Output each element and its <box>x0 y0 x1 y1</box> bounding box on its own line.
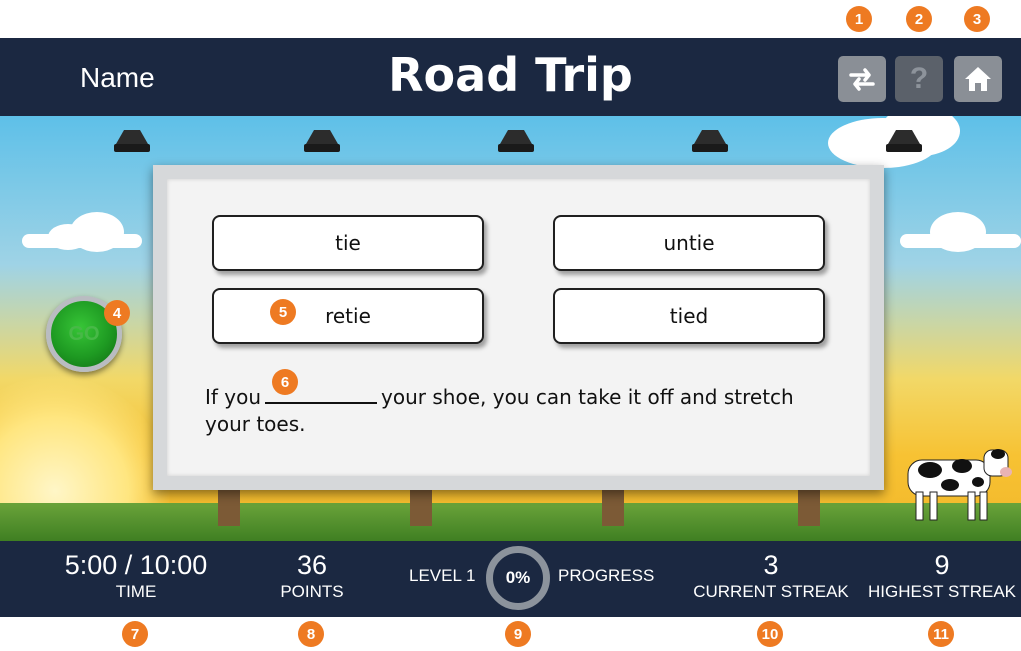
time-stat: 5:00 / 10:00 TIME <box>56 549 216 603</box>
callout-1: 1 <box>846 6 872 32</box>
progress-value: 0% <box>505 568 531 587</box>
progress-label: PROGRESS <box>558 566 655 585</box>
billboard-lamp <box>302 130 342 154</box>
current-streak-label: CURRENT STREAK <box>693 582 849 601</box>
callout-10: 10 <box>757 621 783 647</box>
highest-streak-value: 9 <box>934 550 950 580</box>
home-button[interactable] <box>954 56 1002 102</box>
billboard: tie untie retie tied If you your shoe, yo… <box>153 165 884 490</box>
callout-8: 8 <box>298 621 324 647</box>
progress-ring: 0% <box>486 546 550 610</box>
callout-6: 6 <box>272 369 298 395</box>
answer-label: tie <box>335 231 361 255</box>
answer-option-2[interactable]: untie <box>553 215 825 271</box>
callout-9: 9 <box>505 621 531 647</box>
cloud-left-puff-2 <box>48 224 88 250</box>
points-value: 36 <box>296 550 328 580</box>
callout-2: 2 <box>906 6 932 32</box>
help-icon: ? <box>909 62 929 95</box>
answer-label: retie <box>325 304 371 328</box>
question-board: tie untie retie tied If you your shoe, yo… <box>167 179 870 476</box>
go-label: GO <box>68 322 100 345</box>
time-label: TIME <box>115 582 157 601</box>
billboard-lamp <box>690 130 730 154</box>
home-icon <box>965 67 991 91</box>
callout-4: 4 <box>104 300 130 326</box>
question-sentence: If you your shoe, you can take it off and… <box>205 384 845 438</box>
callout-3: 3 <box>964 6 990 32</box>
billboard-lamp <box>884 130 924 154</box>
swap-icon <box>849 68 875 91</box>
answer-option-3[interactable]: retie <box>212 288 484 344</box>
answer-option-1[interactable]: tie <box>212 215 484 271</box>
highest-streak-label: HIGHEST STREAK <box>868 582 1016 601</box>
highest-streak-stat: 9 HIGHEST STREAK <box>866 549 1018 603</box>
callout-11: 11 <box>928 621 954 647</box>
sentence-start: If you <box>205 385 262 409</box>
answer-option-4[interactable]: tied <box>553 288 825 344</box>
cloud-right-puff <box>930 212 986 252</box>
help-button[interactable]: ? <box>895 56 943 102</box>
answer-label: tied <box>669 304 709 328</box>
swap-button[interactable] <box>838 56 886 102</box>
stats-bar: 5:00 / 10:00 TIME 36 POINTS LEVEL 1 0% P… <box>0 541 1021 617</box>
points-stat: 36 POINTS <box>262 549 362 603</box>
grass <box>0 503 1021 541</box>
callout-7: 7 <box>122 621 148 647</box>
level-label: LEVEL 1 <box>409 566 476 585</box>
time-value: 5:00 / 10:00 <box>64 550 208 580</box>
cow-illustration <box>907 449 1012 521</box>
top-bar: Name Road Trip ? <box>0 38 1021 116</box>
answer-label: untie <box>663 231 715 255</box>
billboard-lamp <box>112 130 152 154</box>
points-label: POINTS <box>280 582 344 601</box>
billboard-lamp <box>496 130 536 154</box>
callout-5: 5 <box>270 299 296 325</box>
current-streak-stat: 3 CURRENT STREAK <box>690 549 852 603</box>
current-streak-value: 3 <box>763 550 779 580</box>
